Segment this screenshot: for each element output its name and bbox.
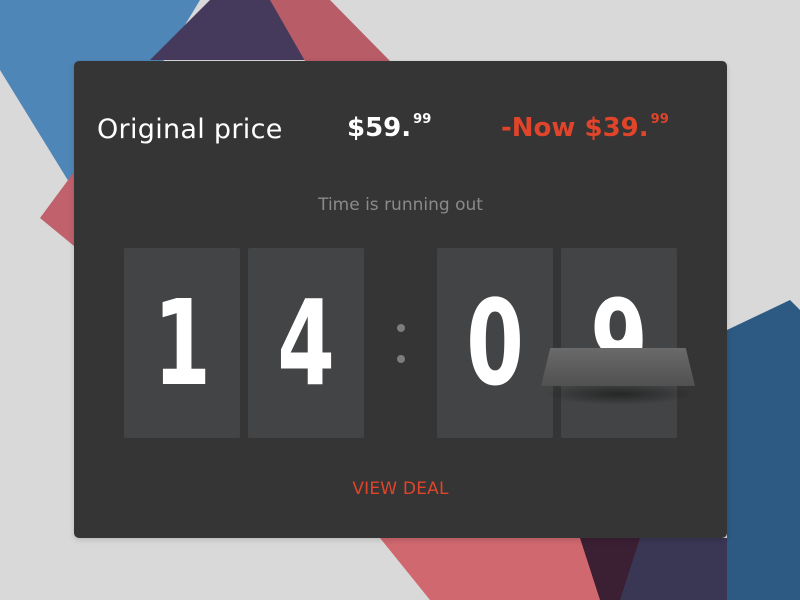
timer-digit: 0 — [466, 274, 524, 412]
timer-digit-tile-2: 4 — [248, 248, 364, 438]
timer-digit: 4 — [277, 274, 335, 412]
view-deal-link[interactable]: VIEW DEAL — [74, 479, 727, 499]
price-row: Original price $59. 99 -Now $39. 99 — [74, 61, 727, 201]
sale-price-dollars: $39. — [584, 113, 649, 143]
sale-price-cents: 99 — [650, 112, 669, 128]
timer-caption: Time is running out — [318, 195, 483, 215]
timer-digit-tile-4: 9 — [561, 248, 677, 438]
timer-digit: 9 — [590, 274, 648, 412]
sale-price-prefix: -Now — [501, 113, 576, 143]
original-price: $59. 99 — [347, 112, 432, 143]
flip-panel-shadow — [544, 383, 694, 405]
flip-panel — [541, 348, 695, 386]
sale-price: -Now $39. 99 — [501, 112, 669, 143]
timer-digit: 1 — [153, 274, 211, 412]
red-left-shape — [40, 172, 74, 246]
original-price-dollars: $59. — [347, 113, 412, 143]
timer-digit-tile-1: 1 — [124, 248, 240, 438]
blue-right-shape — [727, 300, 800, 600]
colon-dot-bottom — [397, 355, 405, 363]
timer-digit-tile-3: 0 — [437, 248, 553, 438]
colon-dot-top — [397, 324, 405, 332]
original-price-cents: 99 — [413, 112, 432, 128]
deal-card: Original price $59. 99 -Now $39. 99 Time i… — [74, 61, 727, 538]
original-price-label: Original price — [97, 114, 283, 145]
